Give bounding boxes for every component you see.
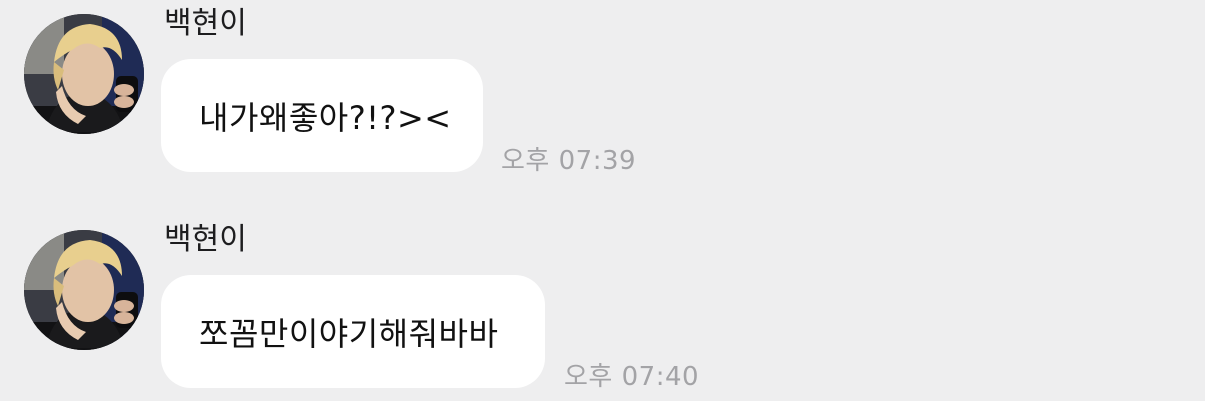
avatar[interactable] [24, 230, 144, 350]
message-text: 쪼꼼만이야기해줘바바 [199, 314, 499, 353]
message-text: 내가왜좋아?!?>< [199, 98, 452, 137]
sender-name: 백현이 [164, 222, 247, 257]
message-timestamp: 오후 07:39 [501, 146, 637, 176]
message-bubble[interactable]: 내가왜좋아?!?>< [161, 59, 483, 172]
message-bubble[interactable]: 쪼꼼만이야기해줘바바 [161, 275, 545, 388]
avatar-photo-icon [24, 14, 144, 134]
avatar[interactable] [24, 14, 144, 134]
message-group: 백현이 쪼꼼만이야기해줘바바 오후 07:40 [0, 216, 1205, 401]
avatar-photo-icon [24, 230, 144, 350]
message-timestamp: 오후 07:40 [564, 362, 700, 392]
sender-name: 백현이 [164, 6, 247, 41]
message-group: 백현이 내가왜좋아?!?>< 오후 07:39 [0, 0, 1205, 200]
